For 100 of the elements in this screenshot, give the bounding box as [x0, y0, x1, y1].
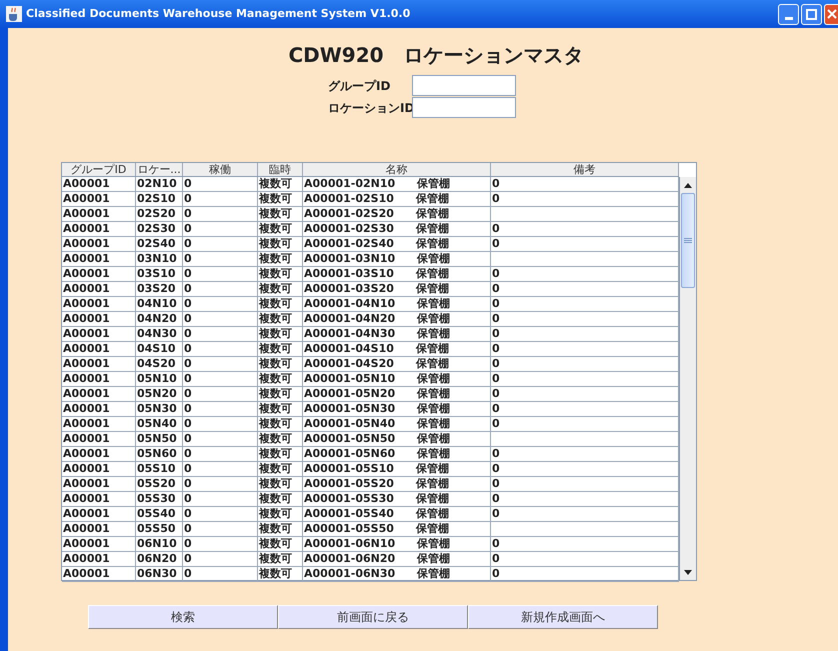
minimize-button[interactable]	[778, 4, 799, 24]
table-cell: 0	[492, 447, 500, 460]
action-button[interactable]: 前画面に戻る	[278, 605, 468, 629]
table-cell: A00001-05S50 保管棚	[304, 522, 449, 535]
table-cell: 04N30	[137, 327, 177, 340]
table-cell: 複数可	[259, 267, 292, 280]
table-cell: A00001-05N20 保管棚	[304, 387, 450, 400]
table-cell: A00001	[63, 312, 110, 325]
column-header[interactable]: 名称	[303, 163, 491, 176]
table-cell: 02N10	[137, 177, 177, 190]
table-cell: 0	[492, 177, 500, 190]
table-cell: 05S50	[137, 522, 176, 535]
grip-icon	[684, 238, 692, 243]
table-cell: A00001-06N30 保管棚	[304, 567, 450, 580]
table-cell: 0	[492, 297, 500, 310]
table-cell: A00001-02S10 保管棚	[304, 192, 449, 205]
table-cell: 0	[184, 222, 192, 235]
table-cell: 複数可	[259, 462, 292, 475]
table-cell: 0	[184, 282, 192, 295]
table-cell: 05N50	[137, 432, 177, 445]
table-cell: 0	[492, 552, 500, 565]
table-cell: 0	[492, 372, 500, 385]
table-cell: 複数可	[259, 402, 292, 415]
table-cell: 複数可	[259, 192, 292, 205]
table-cell: 0	[184, 402, 192, 415]
column-header[interactable]: 稼働	[183, 163, 258, 176]
input-field[interactable]	[412, 97, 516, 118]
table-cell: A00001-05N60 保管棚	[304, 447, 450, 460]
table-cell: 0	[492, 492, 500, 505]
table-cell: A00001	[63, 357, 110, 370]
table-cell: 05S30	[137, 492, 176, 505]
table-cell: 0	[492, 462, 500, 475]
table-cell: 03N10	[137, 252, 177, 265]
table-cell: 06N30	[137, 567, 177, 580]
action-button[interactable]: 検索	[88, 605, 278, 629]
column-header[interactable]: 備考	[491, 163, 679, 176]
table-cell: 0	[184, 312, 192, 325]
table-cell: A00001-05S40 保管棚	[304, 507, 449, 520]
table-cell: A00001-02S30 保管棚	[304, 222, 449, 235]
table-cell: 0	[492, 222, 500, 235]
table-cell: A00001-02S20 保管棚	[304, 207, 449, 220]
table-cell: A00001	[63, 477, 110, 490]
table-cell: 05N60	[137, 447, 177, 460]
table-cell: A00001-04N20 保管棚	[304, 312, 450, 325]
action-button[interactable]: 新規作成画面へ	[468, 605, 658, 629]
table-cell: 05N10	[137, 372, 177, 385]
table-cell: 複数可	[259, 252, 292, 265]
table-cell: A00001	[63, 327, 110, 340]
scroll-bar[interactable]	[679, 177, 696, 580]
table-cell: A00001-04N10 保管棚	[304, 297, 450, 310]
table-cell: A00001	[63, 462, 110, 475]
maximize-button[interactable]	[801, 4, 822, 24]
table-cell: A00001	[63, 417, 110, 430]
table-cell: 複数可	[259, 537, 292, 550]
table-cell: 0	[184, 477, 192, 490]
table-cell: A00001	[63, 267, 110, 280]
input-field[interactable]	[412, 75, 516, 96]
table-cell: A00001	[63, 282, 110, 295]
table-cell: A00001-03S20 保管棚	[304, 282, 449, 295]
column-header[interactable]: ロケー...	[136, 163, 183, 176]
coffee-cup-icon	[6, 6, 22, 22]
table-cell: 0	[492, 357, 500, 370]
screen-title: CDW920 ロケーションマスタ	[288, 42, 584, 69]
table-cell: 0	[492, 402, 500, 415]
table-cell: A00001	[63, 177, 110, 190]
table-cell: 0	[492, 237, 500, 250]
table-cell: A00001-05S10 保管棚	[304, 462, 449, 475]
table-cell: 複数可	[259, 207, 292, 220]
table-cell: A00001	[63, 492, 110, 505]
table-cell: A00001	[63, 537, 110, 550]
table-cell: 06N20	[137, 552, 177, 565]
close-button[interactable]	[824, 4, 838, 24]
table-cell: 03S10	[137, 267, 176, 280]
table-cell: 0	[184, 447, 192, 460]
table-cell: 0	[492, 507, 500, 520]
table-cell: A00001	[63, 207, 110, 220]
table-cell: 0	[184, 432, 192, 445]
column-header[interactable]: グループID	[62, 163, 136, 176]
table-cell: 0	[492, 567, 500, 580]
column-header[interactable]: 臨時	[258, 163, 303, 176]
table-cell: 複数可	[259, 282, 292, 295]
table-cell: 0	[492, 537, 500, 550]
table-cell: 02S20	[137, 207, 176, 220]
table-cell: 0	[492, 417, 500, 430]
table-cell: A00001	[63, 372, 110, 385]
table-cell: 02S40	[137, 237, 176, 250]
table-cell: A00001-05S30 保管棚	[304, 492, 449, 505]
table-cell: 0	[184, 567, 192, 580]
table-cell: A00001	[63, 387, 110, 400]
table-cell: 0	[184, 507, 192, 520]
table-cell: A00001-03S10 保管棚	[304, 267, 449, 280]
scroll-thumb[interactable]	[681, 193, 695, 288]
table-cell: 04N10	[137, 297, 177, 310]
table-cell: 0	[184, 417, 192, 430]
table-cell: 複数可	[259, 567, 292, 580]
table-cell: 複数可	[259, 477, 292, 490]
table-cell: 02S10	[137, 192, 176, 205]
table-cell: A00001-04N30 保管棚	[304, 327, 450, 340]
table-cell: 複数可	[259, 342, 292, 355]
table-cell: 0	[492, 342, 500, 355]
